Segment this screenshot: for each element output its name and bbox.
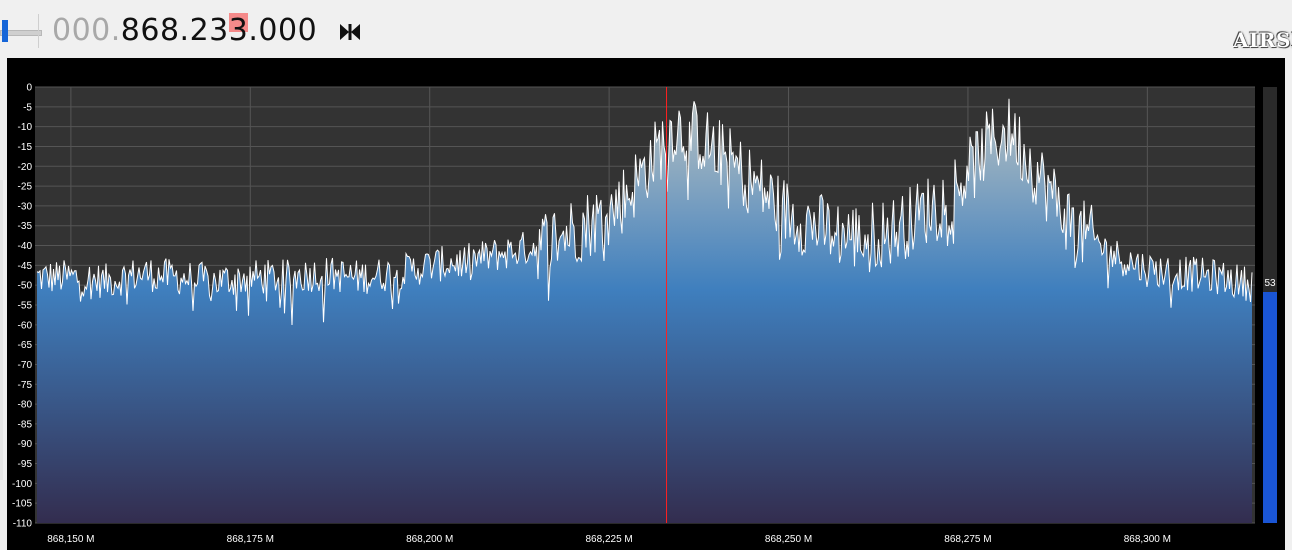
frequency-leading-zeros[interactable]: 000. [52, 13, 121, 48]
frequency-digits-tail[interactable]: .000 [248, 13, 317, 48]
y-tick-label: -110 [13, 519, 33, 530]
y-tick-label: -80 [18, 400, 33, 411]
spectrum-panel[interactable]: 0 -5 -10 -15 -20 -25 -30 -35 -40 -45 -50 -55 -60 -65 -… [7, 58, 1285, 550]
x-tick-label: 868,150 M [47, 534, 94, 545]
y-axis: 0 -5 -10 -15 -20 -25 -30 -35 -40 -45 -50 -55 -60 -65 -… [12, 83, 32, 530]
y-tick-label: -60 [18, 320, 33, 331]
window-edge [0, 180, 3, 480]
signal-level-meter[interactable] [1263, 87, 1277, 523]
x-tick-label: 868,275 M [944, 534, 991, 545]
y-tick-label: -10 [18, 122, 33, 133]
y-tick-label: -35 [18, 221, 33, 232]
y-tick-label: -90 [18, 439, 33, 450]
y-tick-label: -20 [18, 162, 33, 173]
toolbar: 000.868.233.000 AIRSPY [0, 0, 1292, 56]
x-tick-label: 868,250 M [765, 534, 812, 545]
y-tick-label: -5 [23, 102, 32, 113]
airspy-logo: AIRSPY [1233, 28, 1292, 52]
y-tick-label: -105 [12, 499, 32, 510]
signal-level-label: 53 [1264, 277, 1276, 289]
y-tick-label: -15 [18, 142, 33, 153]
y-tick-label: -45 [18, 261, 33, 272]
y-tick-label: -85 [18, 419, 33, 430]
x-axis: 868,150 M 868,175 M 868,200 M 868,225 M 868,… [47, 534, 1171, 545]
y-tick-label: -55 [18, 301, 33, 312]
y-tick-label: -75 [18, 380, 33, 391]
y-tick-label: -100 [12, 479, 32, 490]
x-tick-label: 868,200 M [406, 534, 453, 545]
bowtie-icon[interactable] [339, 22, 361, 42]
y-tick-label: -95 [18, 459, 33, 470]
y-tick-label: 0 [26, 83, 32, 94]
x-tick-label: 868,300 M [1124, 534, 1171, 545]
y-tick-label: -70 [18, 360, 33, 371]
x-tick-label: 868,175 M [227, 534, 274, 545]
y-tick-label: -40 [18, 241, 33, 252]
volume-slider-handle[interactable] [2, 20, 8, 42]
frequency-digits[interactable]: 868.23 [121, 13, 229, 48]
frequency-display[interactable]: 000.868.233.000 [52, 12, 317, 50]
y-tick-label: -25 [18, 182, 33, 193]
frequency-digit-selected[interactable]: 3 [228, 13, 249, 48]
y-tick-label: -50 [18, 281, 33, 292]
spectrum-chart[interactable]: 0 -5 -10 -15 -20 -25 -30 -35 -40 -45 -50 -55 -60 -65 -… [7, 58, 1285, 550]
y-tick-label: -65 [18, 340, 33, 351]
x-tick-label: 868,225 M [585, 534, 632, 545]
signal-level-fill [1263, 291, 1277, 523]
toolbar-divider [38, 14, 39, 48]
y-tick-label: -30 [18, 201, 33, 212]
